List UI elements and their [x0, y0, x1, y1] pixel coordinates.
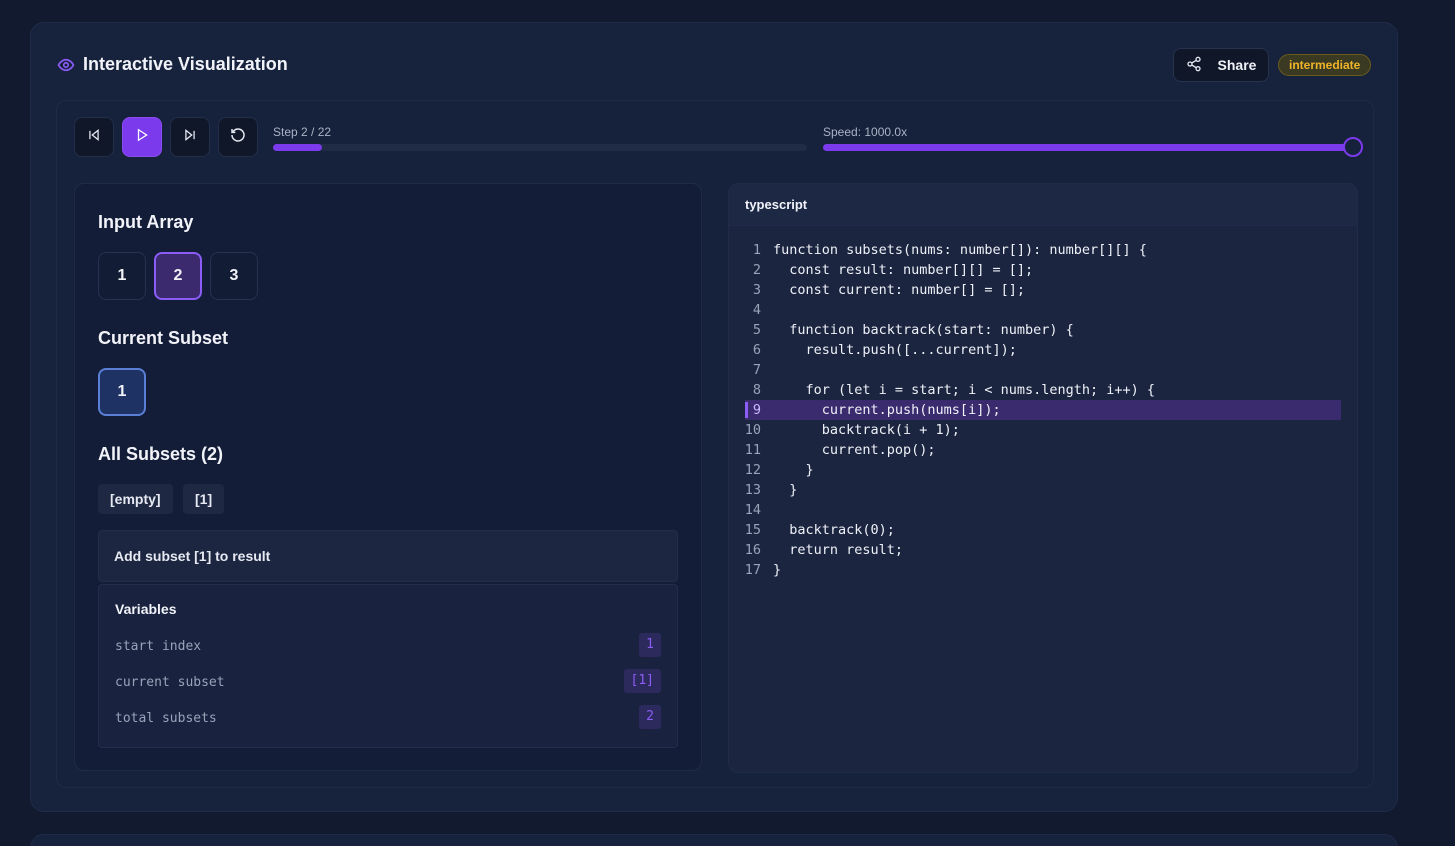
- play-icon: [135, 128, 149, 147]
- current-subset-title: Current Subset: [98, 328, 229, 348]
- line-number: 3: [752, 282, 761, 298]
- code-text: return result;: [773, 542, 904, 558]
- subset-chip: [empty]: [98, 484, 173, 514]
- code-text: const result: number[][] = [];: [773, 262, 1034, 278]
- skip-forward-icon: [183, 128, 197, 147]
- code-text: const current: number[] = [];: [773, 282, 1025, 298]
- variables-panel: Variables start index 1 current subset […: [98, 584, 678, 748]
- code-line: 6 result.push([...current]);: [729, 340, 1357, 360]
- code-viewer[interactable]: 1 function subsets(nums: number[]): numbe…: [729, 240, 1357, 580]
- variable-value: [1]: [623, 669, 661, 693]
- code-line: 4: [729, 300, 1357, 320]
- subset-cell: 1: [98, 368, 146, 416]
- code-line: 12 }: [729, 460, 1357, 480]
- line-number: 10: [744, 422, 761, 438]
- speed-label: Speed: 1000.0x: [823, 125, 908, 139]
- code-text: }: [773, 562, 782, 578]
- line-number: 15: [744, 522, 761, 538]
- input-cell-active: 2: [154, 252, 202, 300]
- speed-slider-fill: [823, 144, 1353, 151]
- variable-value: 1: [639, 633, 661, 657]
- reset-button[interactable]: [218, 117, 258, 157]
- code-text: }: [773, 482, 798, 498]
- line-number: 2: [752, 262, 761, 278]
- code-line: 3 const current: number[] = [];: [729, 280, 1357, 300]
- visualization-card: Interactive Visualization Share intermed…: [30, 22, 1398, 812]
- share-icon: [1186, 56, 1202, 75]
- line-number: 13: [744, 482, 761, 498]
- code-line: 5 function backtrack(start: number) {: [729, 320, 1357, 340]
- code-line-highlighted: 9 current.push(nums[i]);: [745, 400, 1341, 420]
- speed-slider[interactable]: [823, 137, 1363, 157]
- code-text: current.push(nums[i]);: [773, 402, 1001, 418]
- line-number: 9: [745, 402, 773, 418]
- variable-name: total subsets: [115, 711, 217, 726]
- code-panel: typescript 1 function subsets(nums: numbe…: [728, 183, 1358, 773]
- line-number: 7: [752, 362, 761, 378]
- next-card: [30, 834, 1398, 846]
- code-line: 10 backtrack(i + 1);: [729, 420, 1357, 440]
- all-subsets-title: All Subsets (2): [98, 444, 224, 464]
- variable-name: current subset: [115, 675, 225, 690]
- code-text: function subsets(nums: number[]): number…: [773, 242, 1147, 258]
- line-number: 12: [744, 462, 761, 478]
- code-line: 13 }: [729, 480, 1357, 500]
- play-button[interactable]: [122, 117, 162, 157]
- subset-chip: [1]: [183, 484, 225, 514]
- share-button[interactable]: Share: [1173, 48, 1269, 82]
- step-progress-bar[interactable]: [273, 144, 807, 151]
- step-message: Add subset [1] to result: [98, 530, 678, 582]
- code-line: 2 const result: number[][] = [];: [729, 260, 1357, 280]
- code-line: 1 function subsets(nums: number[]): numbe…: [729, 240, 1357, 260]
- line-number: 17: [744, 562, 761, 578]
- code-line: 8 for (let i = start; i < nums.length; i…: [729, 380, 1357, 400]
- code-text: current.pop();: [773, 442, 936, 458]
- code-line: 14: [729, 500, 1357, 520]
- code-line: 17}: [729, 560, 1357, 580]
- visualizer-panel: Step 2 / 22 Speed: 1000.0x Input Array 1…: [56, 100, 1374, 788]
- step-label: Step 2 / 22: [273, 125, 332, 139]
- variable-value: 2: [639, 705, 661, 729]
- input-array-title: Input Array: [98, 212, 194, 232]
- line-number: 14: [744, 502, 761, 518]
- card-header: Interactive Visualization: [57, 54, 288, 75]
- code-line: 15 backtrack(0);: [729, 520, 1357, 540]
- state-panel: Input Array 1 2 3 Current Subset 1 All S…: [74, 183, 702, 771]
- variables-title: Variables: [115, 601, 177, 617]
- line-number: 4: [752, 302, 761, 318]
- skip-back-button[interactable]: [74, 117, 114, 157]
- reset-icon: [230, 127, 246, 148]
- line-number: 16: [744, 542, 761, 558]
- step-progress-fill: [273, 144, 322, 151]
- code-text: result.push([...current]);: [773, 342, 1017, 358]
- input-cell: 3: [210, 252, 258, 300]
- code-line: 11 current.pop();: [729, 440, 1357, 460]
- code-language-label: typescript: [729, 184, 1357, 226]
- code-text: function backtrack(start: number) {: [773, 322, 1074, 338]
- share-label: Share: [1217, 57, 1257, 73]
- eye-icon: [57, 56, 75, 74]
- page-title: Interactive Visualization: [83, 54, 288, 74]
- line-number: 11: [744, 442, 761, 458]
- code-text: }: [773, 462, 814, 478]
- difficulty-badge: intermediate: [1278, 54, 1372, 76]
- code-text: for (let i = start; i < nums.length; i++…: [773, 382, 1156, 398]
- code-line: 16 return result;: [729, 540, 1357, 560]
- code-text: backtrack(i + 1);: [773, 422, 960, 438]
- line-number: 6: [752, 342, 761, 358]
- code-text: backtrack(0);: [773, 522, 895, 538]
- skip-back-icon: [87, 128, 101, 147]
- skip-forward-button[interactable]: [170, 117, 210, 157]
- speed-slider-handle[interactable]: [1343, 137, 1363, 157]
- code-line: 7: [729, 360, 1357, 380]
- line-number: 5: [752, 322, 761, 338]
- input-cell: 1: [98, 252, 146, 300]
- line-number: 8: [752, 382, 761, 398]
- variable-name: start index: [115, 639, 202, 654]
- line-number: 1: [752, 242, 761, 258]
